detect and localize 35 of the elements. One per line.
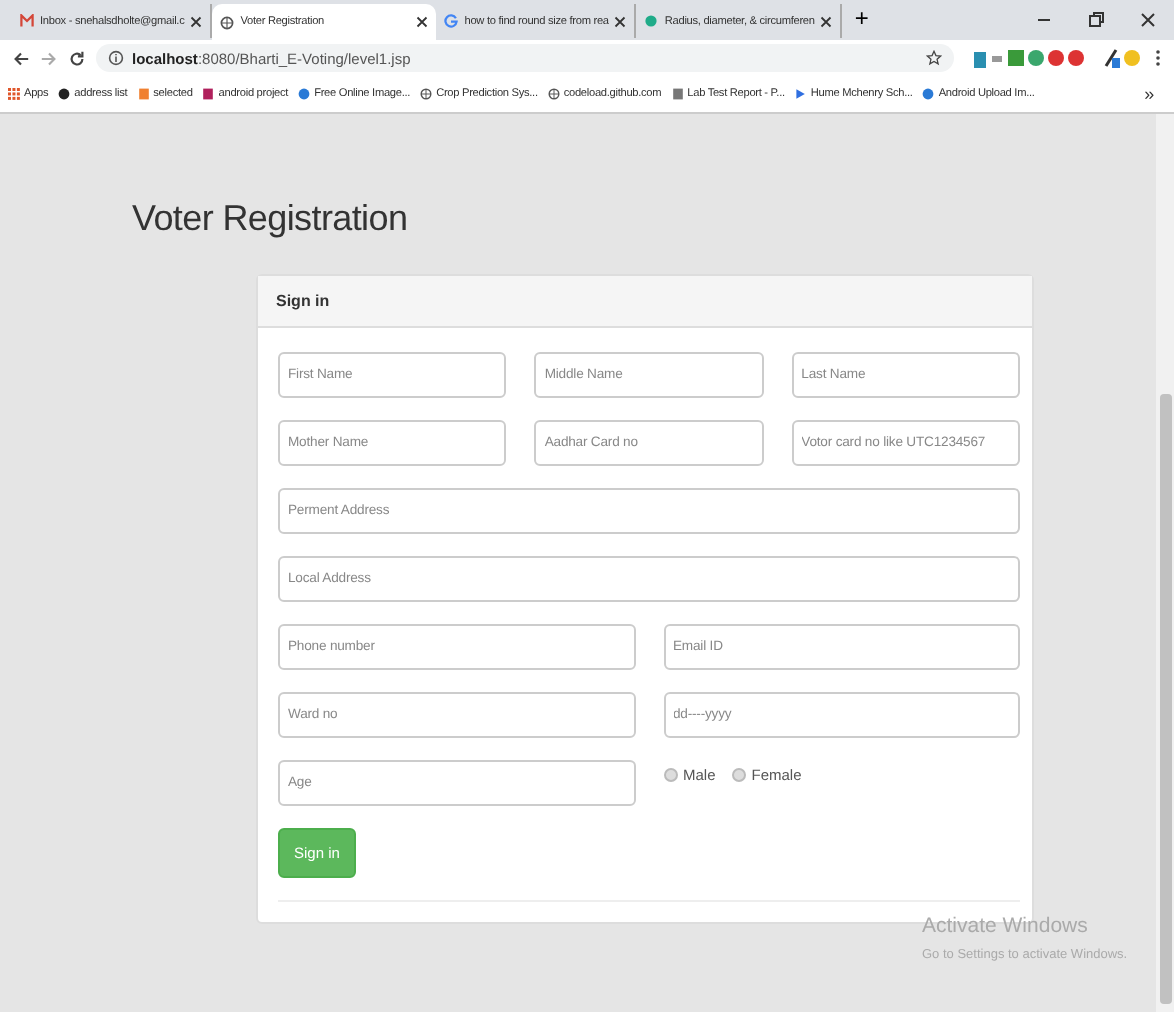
letter-icon <box>444 14 459 28</box>
star-icon[interactable] <box>926 50 942 66</box>
globe-icon <box>220 15 235 29</box>
close-icon[interactable] <box>614 15 627 27</box>
favicon-icon <box>202 88 215 100</box>
page-title: Voter Registration <box>132 198 410 240</box>
apps-icon <box>8 88 20 100</box>
favicon-icon <box>671 88 684 100</box>
info-icon[interactable] <box>108 50 124 66</box>
radio-button[interactable] <box>663 768 677 782</box>
extension-icons-drawing[interactable] <box>1104 48 1144 68</box>
new-tab-button[interactable]: + <box>842 4 881 36</box>
globe-icon <box>547 88 560 100</box>
globe-icon <box>420 88 433 100</box>
restore-icon[interactable] <box>1086 10 1106 30</box>
play-icon <box>794 88 807 100</box>
panel-heading: Sign in <box>258 276 1032 328</box>
mail-icon <box>20 14 34 28</box>
favicon-icon <box>58 88 71 100</box>
circle-icon <box>644 14 659 28</box>
scrollbar[interactable] <box>1156 114 1174 1012</box>
more-bookmarks-button[interactable]: » <box>1144 84 1166 104</box>
activation-title: Activate Windows <box>922 914 1090 938</box>
favicon-icon <box>137 88 150 100</box>
radio-button[interactable] <box>731 768 746 782</box>
close-icon[interactable] <box>416 16 429 28</box>
menu-icon[interactable] <box>1154 48 1162 68</box>
close-icon[interactable] <box>820 15 833 27</box>
reload-icon[interactable] <box>68 49 86 67</box>
favicon-icon <box>922 88 935 100</box>
close-icon[interactable] <box>190 15 203 27</box>
close-icon[interactable] <box>1138 10 1158 30</box>
favicon-icon <box>298 88 311 100</box>
scrollbar-thumb[interactable] <box>1160 394 1172 1004</box>
back-icon[interactable] <box>12 49 30 67</box>
